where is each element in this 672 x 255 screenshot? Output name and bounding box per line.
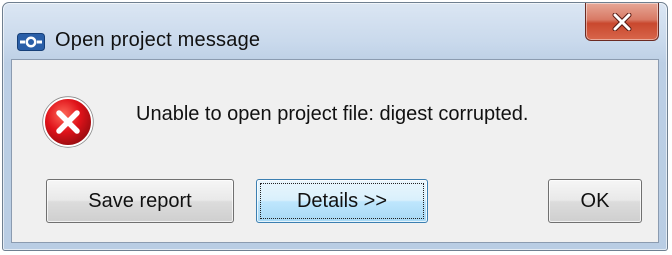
error-icon — [42, 96, 94, 148]
details-button[interactable]: Details >> — [256, 179, 428, 223]
save-report-label: Save report — [88, 189, 192, 212]
details-label: Details >> — [296, 189, 388, 212]
close-button[interactable] — [585, 3, 659, 41]
ok-label: OK — [580, 189, 610, 212]
dialog-window: Open project message Unable to open proj… — [2, 2, 668, 251]
close-icon — [612, 12, 632, 31]
app-logo-icon — [17, 33, 45, 51]
window-title: Open project message — [55, 29, 261, 51]
save-report-button[interactable]: Save report — [46, 179, 234, 223]
title-bar[interactable]: Open project message — [3, 3, 667, 59]
error-message: Unable to open project file: digest corr… — [136, 103, 529, 125]
dialog-content: Unable to open project file: digest corr… — [11, 59, 659, 243]
ok-button[interactable]: OK — [548, 179, 642, 223]
